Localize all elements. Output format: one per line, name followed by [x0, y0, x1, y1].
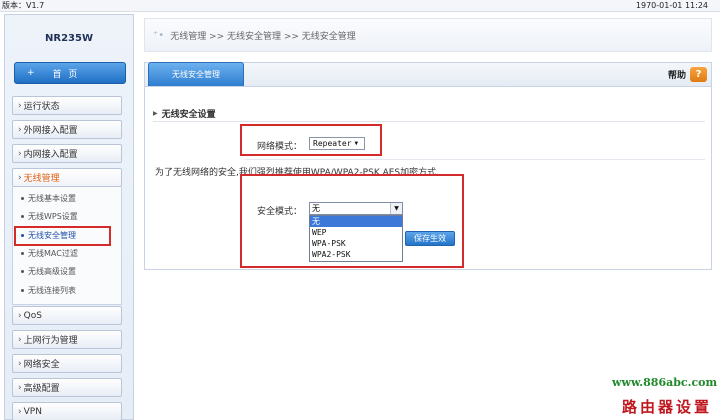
chevron-right-icon: › — [18, 148, 22, 159]
home-button-label: 首 页 — [52, 69, 80, 80]
submenu-item-label: 无线MAC过滤 — [28, 249, 78, 258]
divider — [153, 121, 705, 122]
chevron-right-icon: › — [18, 100, 22, 111]
plus-icon: + — [27, 68, 35, 78]
watermark: www.886abc.com 路由器设置 — [608, 374, 720, 420]
firmware-version: 版本：V1.7 — [2, 1, 45, 10]
bullet-icon — [21, 197, 24, 200]
bullet-icon — [21, 270, 24, 273]
bullet-icon — [21, 289, 24, 292]
submenu-item-label: 无线基本设置 — [28, 194, 76, 203]
device-model: NR235W — [45, 33, 93, 44]
divider — [245, 159, 705, 160]
panel-header: 无线安全管理 帮助 ? — [145, 62, 711, 87]
highlight-box-network-mode — [240, 124, 382, 156]
sidebar-item-label: VPN — [23, 406, 42, 417]
breadcrumb-icon: ⁺• — [153, 30, 165, 41]
highlight-box-security-mode — [240, 174, 464, 268]
sidebar-item-label: 无线管理 — [23, 174, 60, 184]
submenu-item-mac-filter[interactable]: 无线MAC过滤 — [21, 248, 78, 259]
sidebar-item-lan[interactable]: › 内网接入配置 — [12, 144, 122, 163]
help-label: 帮助 — [667, 71, 686, 81]
help-button[interactable]: 帮助 ? — [668, 67, 707, 82]
submenu-item-advanced[interactable]: 无线高级设置 — [21, 266, 76, 277]
sidebar-item-behavior[interactable]: › 上网行为管理 — [12, 330, 122, 349]
wireless-submenu: 无线基本设置 无线WPS设置 无线安全管理 无线MAC过滤 无线高级设置 无线连… — [12, 187, 122, 305]
chevron-right-icon: › — [18, 310, 22, 321]
sidebar-item-wireless[interactable]: › 无线管理 — [12, 168, 122, 187]
sidebar-item-vpn[interactable]: › VPN — [12, 402, 122, 420]
submenu-item-wps[interactable]: 无线WPS设置 — [21, 211, 78, 222]
home-button[interactable]: + 首 页 — [14, 62, 126, 84]
bullet-icon — [21, 215, 24, 218]
sidebar-item-label: 高级配置 — [23, 384, 60, 394]
breadcrumb-text: 无线管理 >> 无线安全管理 >> 无线安全管理 — [170, 32, 356, 42]
watermark-text: 路由器设置 — [622, 398, 713, 416]
sidebar-item-wan[interactable]: › 外网接入配置 — [12, 120, 122, 139]
sidebar-item-label: 外网接入配置 — [23, 126, 78, 136]
system-datetime: 1970-01-01 11:24 — [635, 1, 708, 10]
chevron-right-icon: › — [18, 124, 22, 135]
watermark-url: www.886abc.com — [612, 376, 718, 389]
submenu-item-basic[interactable]: 无线基本设置 — [21, 193, 76, 204]
submenu-item-label: 无线高级设置 — [28, 267, 76, 276]
sidebar-item-label: 内网接入配置 — [23, 150, 78, 160]
triangle-right-icon: ▶ — [153, 110, 158, 117]
tab-wireless-security[interactable]: 无线安全管理 — [148, 62, 244, 86]
sidebar-item-advanced[interactable]: › 高级配置 — [12, 378, 122, 397]
sidebar-item-security[interactable]: › 网络安全 — [12, 354, 122, 373]
highlight-box-sidebar — [14, 226, 111, 246]
sidebar-item-label: 网络安全 — [23, 360, 60, 370]
sidebar-item-status[interactable]: › 运行状态 — [12, 96, 122, 115]
breadcrumb-bar: ⁺• 无线管理 >> 无线安全管理 >> 无线安全管理 — [144, 18, 712, 52]
chevron-right-icon: › — [18, 382, 22, 393]
chevron-right-icon: › — [18, 172, 22, 183]
breadcrumb: ⁺• 无线管理 >> 无线安全管理 >> 无线安全管理 — [153, 29, 356, 42]
bullet-icon — [21, 252, 24, 255]
sidebar-item-label: 上网行为管理 — [23, 336, 78, 346]
top-status-bar: 版本：V1.7 1970-01-01 11:24 — [0, 0, 720, 12]
help-icon: ? — [690, 67, 707, 82]
submenu-item-label: 无线连接列表 — [28, 286, 76, 295]
chevron-right-icon: › — [18, 406, 22, 417]
section-title: ▶ 无线安全设置 — [153, 107, 216, 120]
section-title-text: 无线安全设置 — [161, 110, 216, 120]
submenu-item-clients[interactable]: 无线连接列表 — [21, 285, 76, 296]
sidebar-item-label: 运行状态 — [23, 102, 60, 112]
chevron-right-icon: › — [18, 334, 22, 345]
submenu-item-label: 无线WPS设置 — [28, 212, 78, 221]
sidebar-item-label: QoS — [23, 310, 42, 321]
sidebar-item-qos[interactable]: › QoS — [12, 306, 122, 325]
chevron-right-icon: › — [18, 358, 22, 369]
